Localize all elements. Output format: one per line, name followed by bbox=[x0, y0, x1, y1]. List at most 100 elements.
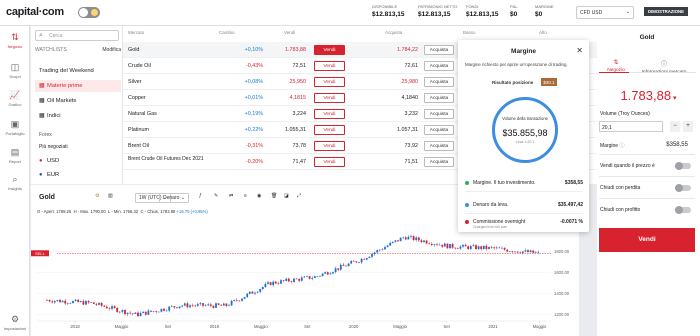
sell-button[interactable]: Vendi bbox=[314, 77, 345, 87]
price-type-select[interactable]: Denaro ⌄ bbox=[159, 193, 189, 203]
search-input[interactable]: ⌕ Cerca bbox=[35, 30, 119, 41]
draw-icon[interactable]: ✎ bbox=[214, 193, 218, 199]
header-market: Mercato bbox=[128, 30, 145, 35]
sell-price-tag-label: SELL bbox=[35, 251, 46, 256]
watchlist-item[interactable]: ▦ Oil Markets bbox=[39, 98, 76, 104]
nav-insights[interactable]: ⌕ Insights bbox=[0, 174, 30, 191]
sell-button[interactable]: Vendi bbox=[314, 125, 345, 135]
candles-icon[interactable]: ▥ bbox=[108, 193, 113, 199]
sell-button[interactable]: Vendi bbox=[599, 228, 695, 252]
compare-icon[interactable]: ⇄ bbox=[229, 193, 233, 199]
currency-item[interactable]: ● EUR bbox=[39, 172, 59, 178]
candle-body bbox=[95, 303, 98, 305]
candle-body bbox=[420, 240, 423, 243]
nav-settings[interactable]: ⚙ Impostazioni bbox=[0, 314, 30, 331]
watchlist-tab[interactable]: WATCHLISTS bbox=[35, 47, 67, 53]
take-profit-toggle[interactable] bbox=[675, 206, 691, 214]
candle-body bbox=[316, 276, 319, 277]
candle-body bbox=[90, 302, 93, 304]
candle-body bbox=[501, 247, 503, 249]
candle-body bbox=[134, 312, 137, 314]
candle-body bbox=[324, 272, 327, 274]
candle-body bbox=[69, 303, 72, 304]
popup-title: Margine bbox=[511, 48, 536, 55]
sell-button[interactable]: Vendi bbox=[314, 157, 345, 167]
candle-body bbox=[116, 307, 119, 313]
sell-when-toggle[interactable] bbox=[675, 162, 691, 170]
account-select[interactable]: CFD USD ⌄ bbox=[576, 6, 634, 19]
candle-body bbox=[480, 246, 483, 250]
candle-body bbox=[285, 278, 288, 281]
watchlist-item[interactable]: Trading del Weekend bbox=[39, 68, 94, 74]
capital-com-logo[interactable]: capital·com bbox=[6, 6, 64, 18]
fullscreen-icon[interactable]: ⤢ bbox=[297, 193, 301, 199]
buy-button[interactable]: Acquista bbox=[424, 141, 454, 151]
candle-body bbox=[243, 297, 246, 299]
candle-body bbox=[475, 245, 477, 250]
forex-section[interactable]: Forex bbox=[39, 132, 52, 138]
visibility-icon[interactable]: ◉ bbox=[257, 193, 261, 199]
buy-button[interactable]: Acquista bbox=[424, 157, 454, 167]
candle-body bbox=[378, 249, 381, 251]
nav-portfolio[interactable]: ▣ Portafoglio bbox=[0, 119, 30, 136]
theme-toggle[interactable] bbox=[78, 7, 100, 18]
buy-button[interactable]: Acquista bbox=[424, 93, 454, 103]
sell-button[interactable]: Vendi bbox=[314, 93, 345, 103]
folder-icon: ▦ bbox=[39, 98, 45, 104]
tab-trade[interactable]: ⇅ Negozio bbox=[603, 59, 629, 73]
sell-price: 71,47 bbox=[292, 159, 307, 165]
candle-body bbox=[207, 304, 210, 306]
candle-body bbox=[511, 251, 514, 253]
nav-discover[interactable]: ◫ Scopri bbox=[0, 62, 30, 79]
currency-item[interactable]: ● USD bbox=[39, 158, 59, 164]
folder-icon: ▦ bbox=[39, 113, 45, 119]
sell-button[interactable]: Vendi bbox=[314, 61, 345, 71]
sell-button[interactable]: Vendi bbox=[314, 45, 345, 55]
most-traded-section[interactable]: Più negoziati bbox=[39, 144, 68, 150]
info-icon[interactable]: ⓘ bbox=[619, 143, 624, 149]
sell-button[interactable]: Vendi bbox=[314, 109, 345, 119]
candle-body bbox=[436, 244, 438, 246]
buy-button[interactable]: Acquista bbox=[424, 77, 454, 87]
decrease-button[interactable]: − bbox=[670, 121, 680, 132]
edit-watchlist-link[interactable]: Modifica bbox=[102, 47, 121, 53]
buy-button[interactable]: Acquista bbox=[424, 61, 454, 71]
increase-button[interactable]: + bbox=[683, 121, 693, 132]
sell-button[interactable]: Vendi bbox=[314, 141, 345, 151]
indicator-icon[interactable]: ƒ bbox=[199, 193, 202, 199]
stop-loss-toggle[interactable] bbox=[675, 184, 691, 192]
candle-body bbox=[290, 281, 293, 282]
candle-body bbox=[428, 243, 431, 245]
candle-body bbox=[407, 236, 410, 240]
buy-button[interactable]: Acquista bbox=[424, 125, 454, 135]
blue-dot-icon bbox=[465, 203, 469, 207]
nav-chart[interactable]: 📈 Grafico bbox=[0, 90, 30, 107]
delete-icon[interactable]: 🗑 bbox=[271, 193, 277, 199]
sell-price: 25,950 bbox=[289, 79, 307, 85]
candle-body bbox=[464, 244, 467, 247]
close-icon[interactable]: ✕ bbox=[576, 46, 583, 55]
watchlist-item-selected[interactable]: ▦ Materie prime bbox=[39, 83, 82, 89]
watchlist-item[interactable]: ▦ Indici bbox=[39, 113, 61, 119]
candle-body bbox=[306, 276, 308, 277]
red-dot-icon bbox=[465, 220, 469, 224]
buy-button[interactable]: Acquista bbox=[424, 45, 454, 55]
camera-icon[interactable]: ◪ bbox=[284, 193, 289, 199]
popup-description: Margine richiesto per aprire un'operazio… bbox=[465, 62, 568, 67]
candle-body bbox=[350, 261, 353, 264]
candle-body bbox=[371, 254, 373, 257]
buy-price: 1.784,22 bbox=[397, 47, 418, 53]
lines-icon[interactable]: ≡ bbox=[244, 193, 247, 199]
buy-button[interactable]: Acquista bbox=[424, 109, 454, 119]
market-name: Silver bbox=[128, 79, 142, 85]
candle-body bbox=[443, 243, 446, 247]
candle-body bbox=[46, 300, 48, 301]
nav-trade[interactable]: ⇅ Negozio bbox=[0, 32, 30, 49]
candle-body bbox=[118, 311, 121, 313]
volume-input[interactable]: 20,1 bbox=[599, 121, 663, 132]
candle-body bbox=[220, 304, 223, 306]
demo-badge[interactable]: DIMOSTRAZIONE bbox=[644, 7, 688, 16]
candle-body bbox=[48, 300, 51, 302]
gear-icon[interactable]: ⚙ bbox=[95, 193, 99, 199]
nav-report[interactable]: ▤ Report bbox=[0, 147, 30, 164]
